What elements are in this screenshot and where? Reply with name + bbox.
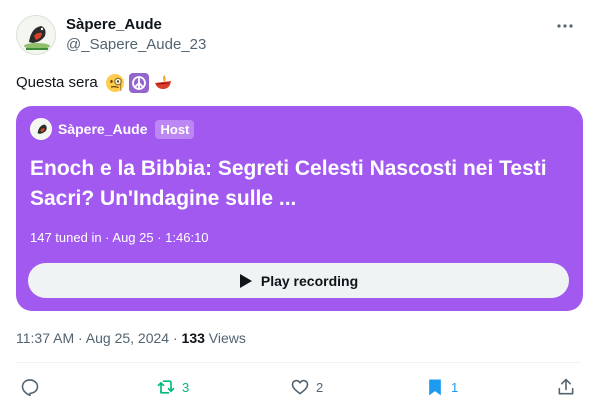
reply-button[interactable] <box>20 374 46 400</box>
host-avatar <box>30 118 52 140</box>
tweet-text-content: Questa sera <box>16 74 98 91</box>
views-label: Views <box>204 330 246 346</box>
share-icon <box>558 378 574 395</box>
play-recording-button[interactable]: Play recording <box>28 263 569 298</box>
peace-symbol-emoji <box>128 73 149 93</box>
tweet-header: Sàpere_Aude @_Sapere_Aude_23 <box>16 12 581 60</box>
retweet-count: 3 <box>182 379 190 395</box>
author-handle[interactable]: @_Sapere_Aude_23 <box>66 35 206 55</box>
bookmark-icon <box>429 379 441 396</box>
author-display-name[interactable]: Sàpere_Aude <box>66 15 206 35</box>
more-options-button[interactable] <box>555 16 575 36</box>
tweet-time-date[interactable]: 11:37 AM · Aug 25, 2024 · <box>16 330 182 346</box>
share-button[interactable] <box>556 374 576 400</box>
more-horizontal-icon <box>557 24 573 28</box>
views-count: 133 <box>181 330 205 346</box>
retweet-button[interactable]: 3 <box>156 374 189 400</box>
bookmark-button[interactable]: 1 <box>425 374 458 400</box>
reply-icon <box>21 379 39 397</box>
diya-lamp-emoji <box>154 75 171 89</box>
host-name: Sàpere_Aude <box>58 121 148 137</box>
tweet-timestamp-row: 11:37 AM · Aug 25, 2024 · 133 Views <box>16 328 246 348</box>
bookmark-count: 1 <box>451 379 459 395</box>
author-names: Sàpere_Aude @_Sapere_Aude_23 <box>66 15 206 55</box>
tweet-actions-bar: 3 2 1 <box>20 374 580 400</box>
space-meta: 147 tuned in · Aug 25 · 1:46:10 <box>30 230 209 245</box>
space-title: Enoch e la Bibbia: Segreti Celesti Nasco… <box>30 157 547 210</box>
play-recording-label: Play recording <box>260 272 359 289</box>
space-card[interactable]: Sàpere_Aude Host Enoch e la Bibbia: Segr… <box>16 106 583 311</box>
monocle-face-emoji <box>105 74 124 92</box>
actions-divider <box>16 362 581 363</box>
like-count: 2 <box>316 379 324 395</box>
space-host-row: Sàpere_Aude Host <box>30 118 195 140</box>
heart-icon <box>291 379 309 395</box>
play-icon <box>239 273 252 288</box>
author-avatar[interactable] <box>16 15 56 55</box>
tweet-text: Questa sera <box>16 72 173 94</box>
host-badge: Host <box>155 119 195 139</box>
like-button[interactable]: 2 <box>290 374 323 400</box>
retweet-icon <box>157 380 175 394</box>
